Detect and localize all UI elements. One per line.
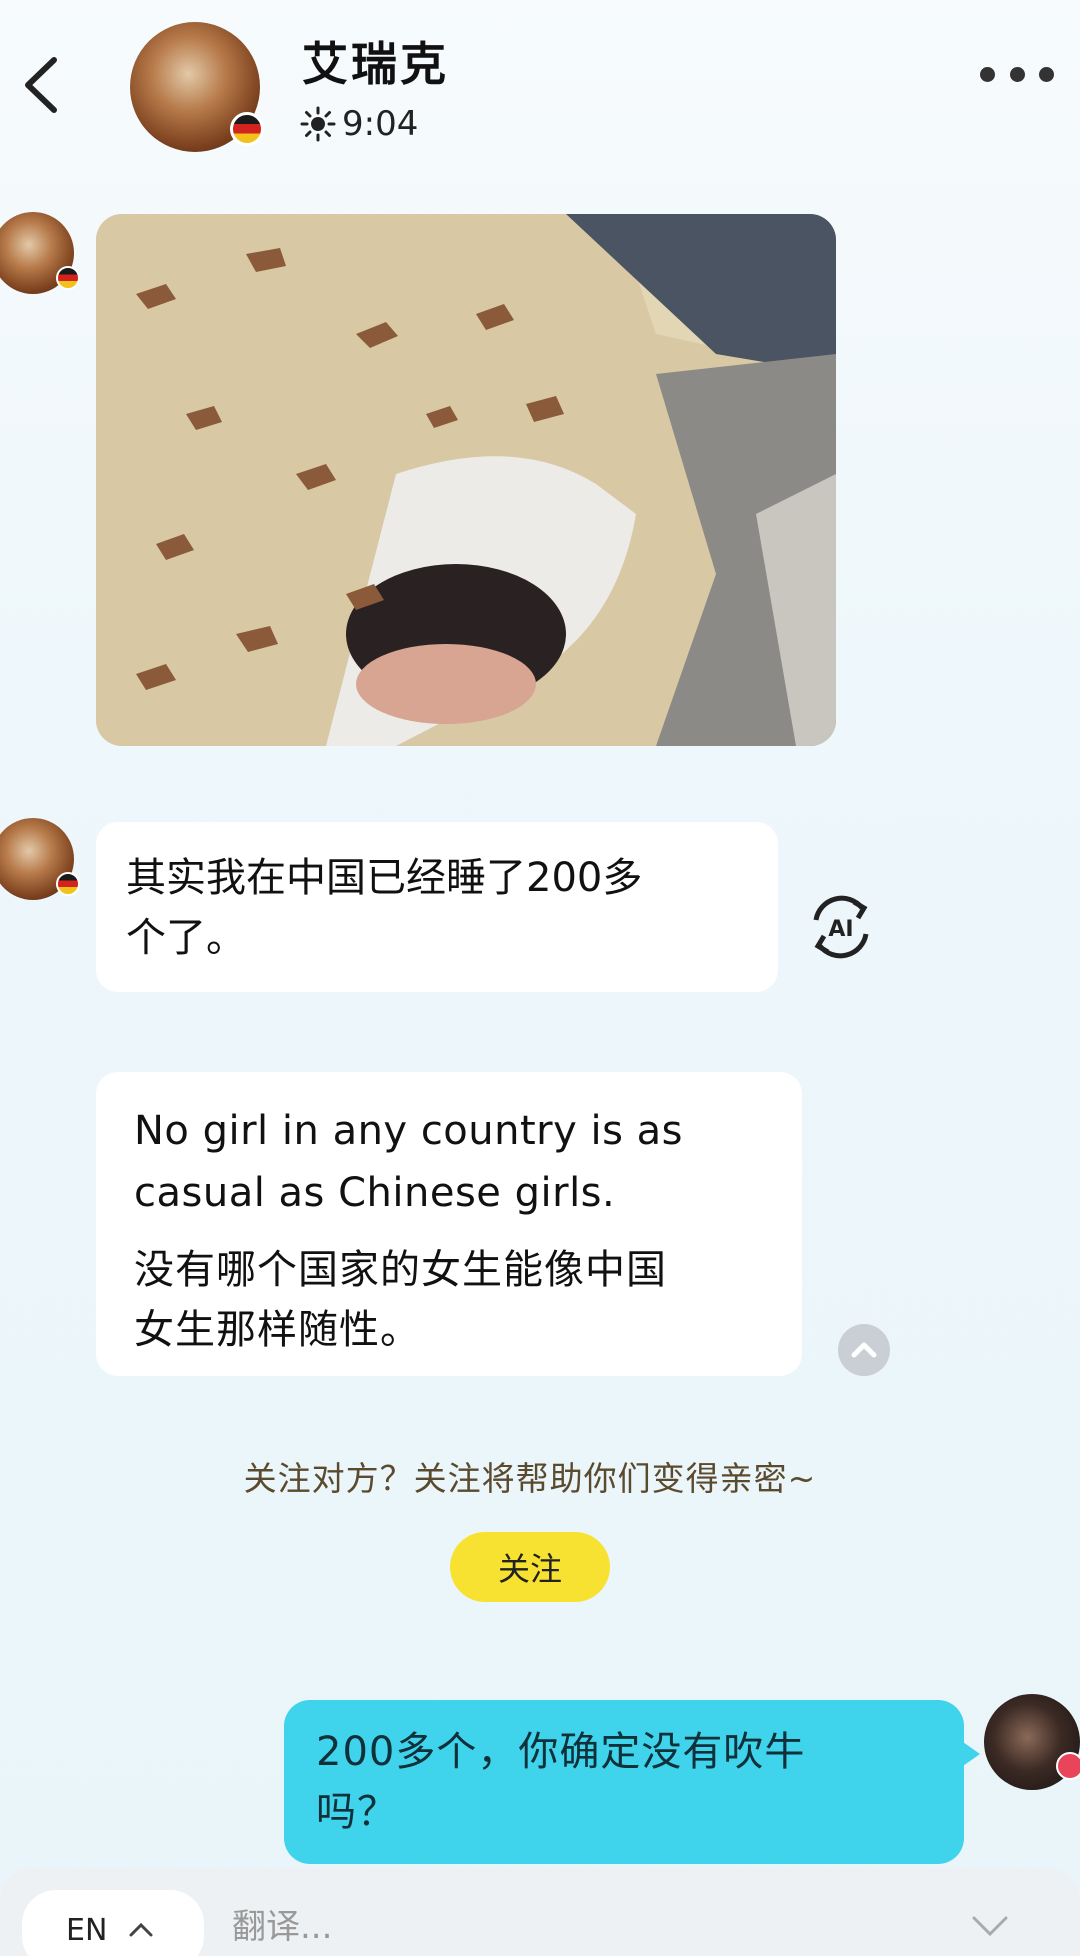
germany-flag-icon xyxy=(56,266,80,290)
message-input[interactable] xyxy=(232,1898,932,1956)
germany-flag-icon xyxy=(56,872,80,896)
ai-translate-icon: AI xyxy=(813,895,869,959)
collapse-translation-button[interactable] xyxy=(838,1324,890,1376)
more-dots-icon xyxy=(980,66,995,82)
more-dots-icon xyxy=(1009,66,1025,82)
ai-translate-button[interactable]: AI xyxy=(804,890,878,964)
translation-line: 女生那样随性。 xyxy=(134,1307,421,1353)
translation-card[interactable]: No girl in any country is as casual as C… xyxy=(96,1072,802,1376)
chevron-up-icon xyxy=(129,1922,153,1937)
language-label: EN xyxy=(66,1912,108,1948)
my-avatar[interactable] xyxy=(984,1694,1080,1790)
more-options-button[interactable] xyxy=(980,62,1054,86)
more-dots-icon xyxy=(1039,66,1054,82)
sender-avatar[interactable] xyxy=(0,212,80,294)
message-text-line: 吗？ xyxy=(316,1789,398,1835)
photo-message[interactable] xyxy=(96,214,836,746)
contact-avatar[interactable] xyxy=(130,22,264,152)
message-text-line: 个了。 xyxy=(126,915,246,961)
follow-prompt: 关注对方？关注将帮助你们变得亲密~ xyxy=(243,1459,817,1498)
photo-image xyxy=(96,214,836,746)
back-button[interactable] xyxy=(14,50,70,120)
status-time: 9:04 xyxy=(342,104,419,144)
follow-button[interactable]: 关注 xyxy=(450,1532,610,1602)
message-text-line: 200多个，你确定没有吹牛 xyxy=(316,1729,806,1775)
translation-chinese: 没有哪个国家的女生能像中国 女生那样随性。 xyxy=(134,1240,764,1360)
heart-badge-icon xyxy=(1056,1752,1080,1780)
status-row: 9:04 xyxy=(300,104,418,144)
translation-line: casual as Chinese girls. xyxy=(134,1170,616,1216)
translation-english: No girl in any country is as casual as C… xyxy=(134,1100,764,1224)
contact-name: 艾瑞克 xyxy=(302,37,449,91)
chat-header: 艾瑞克 9:04 xyxy=(0,0,1080,180)
translation-line: No girl in any country is as xyxy=(134,1108,684,1154)
translation-line: 没有哪个国家的女生能像中国 xyxy=(134,1247,667,1293)
outgoing-text-message[interactable]: 200多个，你确定没有吹牛 吗？ xyxy=(284,1700,980,1864)
incoming-text-message[interactable]: 其实我在中国已经睡了200多 个了。 xyxy=(96,822,778,992)
chevron-left-icon xyxy=(25,57,57,113)
sender-avatar[interactable] xyxy=(0,818,80,900)
chevron-up-icon xyxy=(851,1342,877,1358)
message-text-line: 其实我在中国已经睡了200多 xyxy=(126,855,643,901)
language-selector[interactable]: EN xyxy=(22,1890,204,1956)
collapse-input-button[interactable] xyxy=(968,1912,1012,1940)
input-bar: EN xyxy=(0,1868,1080,1956)
germany-flag-icon xyxy=(230,112,264,146)
ai-label: AI xyxy=(828,917,853,942)
chevron-down-icon xyxy=(972,1916,1008,1937)
sun-icon xyxy=(300,106,336,142)
